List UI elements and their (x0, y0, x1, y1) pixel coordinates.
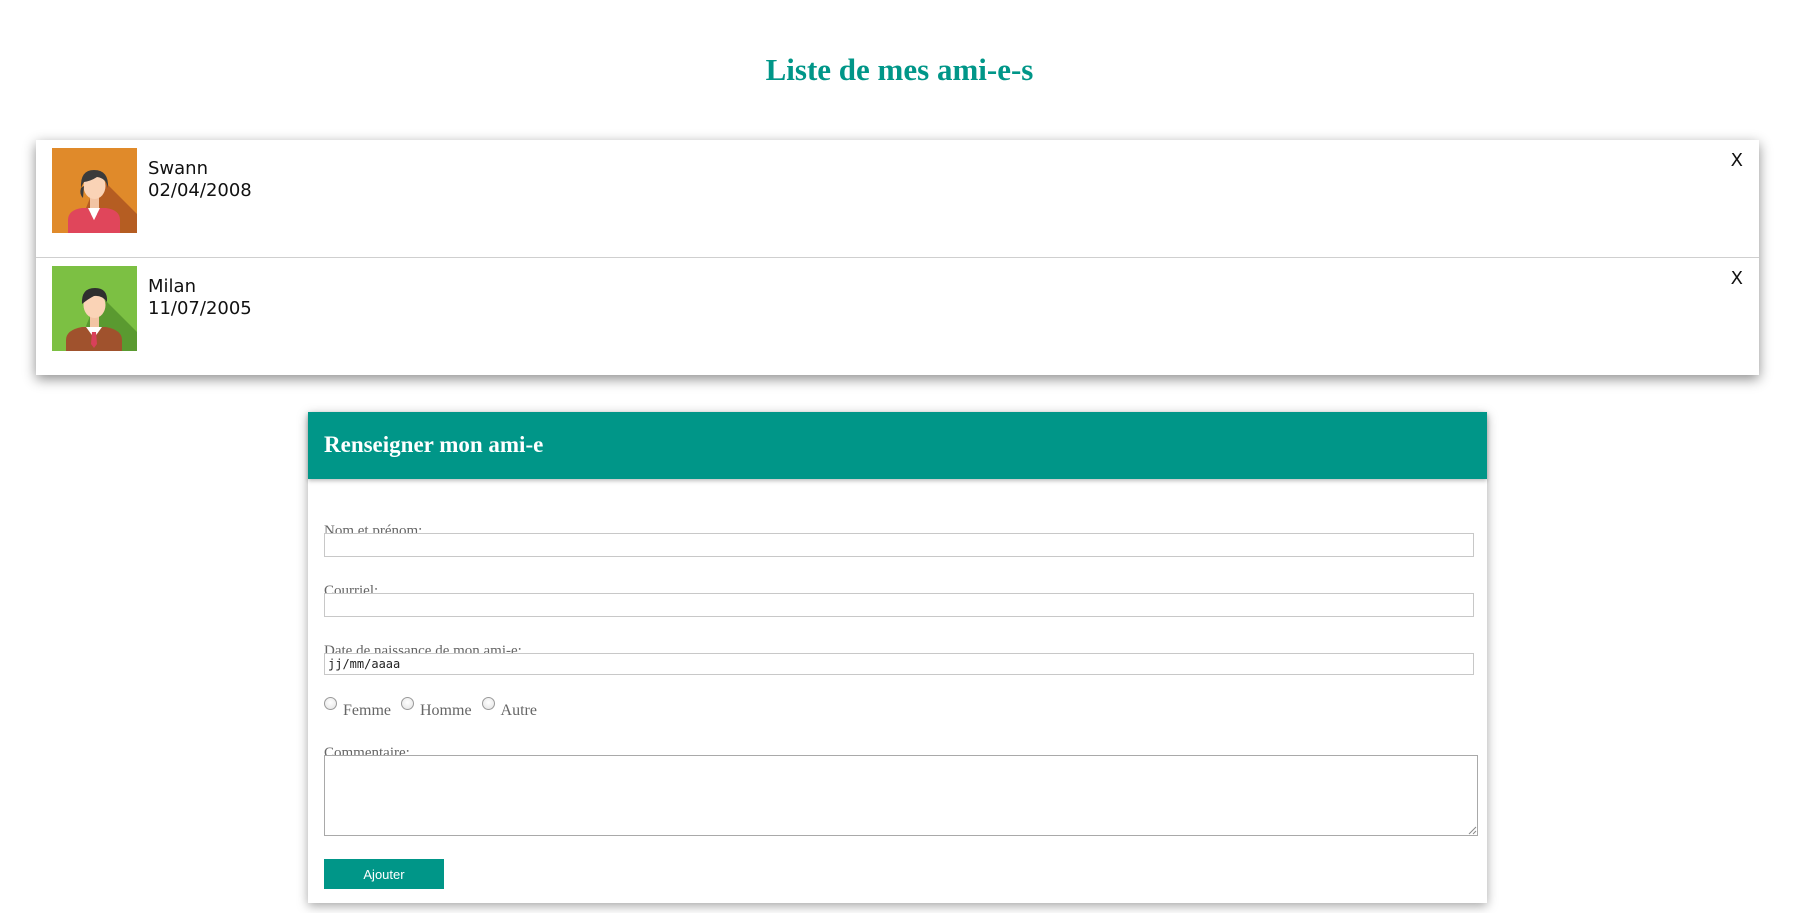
form-header: Renseigner mon ami-e (308, 412, 1487, 479)
friend-info: Swann 02/04/2008 (148, 158, 252, 202)
birthdate-input[interactable] (324, 653, 1474, 675)
radio-homme[interactable] (401, 697, 414, 710)
add-button[interactable]: Ajouter (324, 859, 444, 889)
female-avatar-icon (52, 148, 137, 233)
radio-label-autre: Autre (500, 702, 537, 719)
add-friend-form: Renseigner mon ami-e Nom et prénom: Cour… (308, 412, 1487, 903)
friend-name: Swann (148, 158, 208, 179)
friend-item: Swann 02/04/2008 X (36, 140, 1759, 257)
friend-item: Milan 11/07/2005 X (36, 257, 1759, 375)
email-input[interactable] (324, 593, 1474, 617)
name-input[interactable] (324, 533, 1474, 557)
page-title: Liste de mes ami-e-s (765, 52, 1034, 87)
gender-radio-group: Femme Homme Autre (324, 694, 547, 719)
form-title: Renseigner mon ami-e (324, 432, 544, 457)
radio-autre[interactable] (481, 697, 495, 710)
friend-birthdate: 02/04/2008 (148, 180, 252, 201)
friend-name: Milan (148, 276, 196, 297)
radio-femme[interactable] (324, 697, 337, 710)
delete-friend-button[interactable]: X (1731, 268, 1743, 290)
friend-list: Swann 02/04/2008 X Milan 11/07/2005 X (36, 140, 1759, 375)
friend-birthdate: 11/07/2005 (148, 298, 252, 319)
radio-label-homme: Homme (420, 702, 472, 719)
male-avatar-icon (52, 266, 137, 351)
comment-textarea[interactable] (324, 755, 1478, 836)
delete-friend-button[interactable]: X (1731, 150, 1743, 172)
friend-info: Milan 11/07/2005 (148, 276, 252, 320)
radio-label-femme: Femme (343, 702, 391, 719)
resize-grip-icon[interactable] (1468, 826, 1477, 835)
